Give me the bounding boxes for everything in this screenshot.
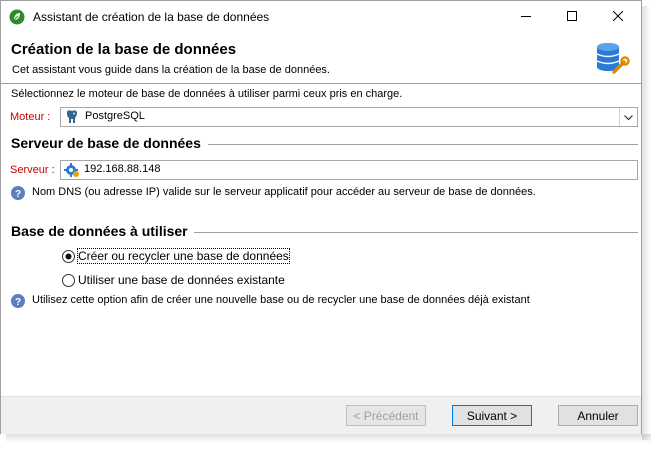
radio-unselected-icon <box>62 274 75 287</box>
server-help-text: Nom DNS (ou adresse IP) valide sur le se… <box>32 186 536 198</box>
minimize-icon <box>521 10 531 24</box>
server-value: 192.168.88.148 <box>84 163 161 175</box>
close-button[interactable] <box>595 1 641 32</box>
engine-label: Moteur : <box>10 111 51 123</box>
engine-select[interactable]: PostgreSQL <box>60 107 638 127</box>
svg-text:?: ? <box>15 297 21 308</box>
svg-text:?: ? <box>15 189 21 200</box>
wizard-window: Assistant de création de la base de donn… <box>0 0 642 434</box>
wizard-header: Création de la base de données Cet assis… <box>1 32 641 83</box>
header-subtitle: Cet assistant vous guide dans la créatio… <box>12 64 330 76</box>
help-question-icon: ? <box>11 186 25 200</box>
maximize-button[interactable] <box>549 1 595 32</box>
title-bar: Assistant de création de la base de donn… <box>1 1 641 32</box>
cancel-button[interactable]: Annuler <box>558 405 638 426</box>
header-title: Création de la base de données <box>11 41 237 58</box>
app-leaf-icon <box>9 9 25 25</box>
db-help-text: Utilisez cette option afin de créer une … <box>32 294 530 306</box>
server-label: Serveur : <box>10 164 55 176</box>
create-db-label: Créer ou recycler une base de données <box>77 248 290 264</box>
database-wrench-icon <box>594 41 630 75</box>
db-section-title: Base de données à utiliser <box>11 223 188 239</box>
chevron-down-icon <box>624 110 633 124</box>
close-icon <box>612 10 624 24</box>
server-section-line <box>208 144 638 145</box>
maximize-icon <box>567 10 577 24</box>
server-section-title: Serveur de base de données <box>11 135 201 151</box>
wizard-footer: < Précédent Suivant > Annuler <box>1 397 641 434</box>
existing-db-label: Utiliser une base de données existante <box>78 273 285 287</box>
radio-selected-icon <box>62 250 75 263</box>
engine-intro: Sélectionnez le moteur de base de donnée… <box>11 88 403 100</box>
minimize-button[interactable] <box>503 1 549 32</box>
server-gear-icon <box>64 162 80 178</box>
engine-dropdown-button[interactable] <box>619 108 637 126</box>
wizard-content: Sélectionnez le moteur de base de donnée… <box>1 84 641 397</box>
window-title: Assistant de création de la base de donn… <box>33 10 270 24</box>
previous-button[interactable]: < Précédent <box>346 405 426 426</box>
help-question-icon: ? <box>11 294 25 308</box>
db-section-line <box>194 232 638 233</box>
next-button[interactable]: Suivant > <box>452 405 532 426</box>
server-input[interactable]: 192.168.88.148 <box>60 160 638 180</box>
engine-value: PostgreSQL <box>85 110 145 122</box>
postgresql-elephant-icon <box>64 109 80 125</box>
